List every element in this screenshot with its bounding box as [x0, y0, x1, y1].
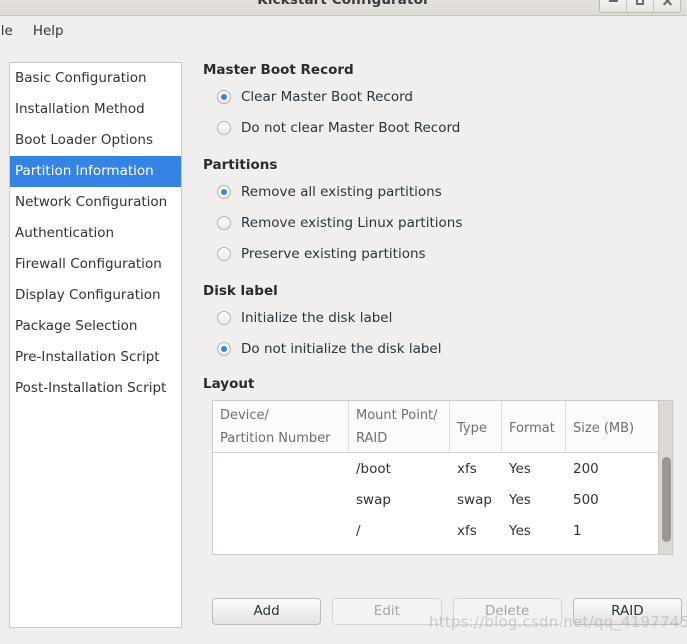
cell-size: 200	[573, 460, 599, 477]
radio-remove-linux-partitions[interactable]: Remove existing Linux partitions	[217, 212, 681, 234]
disk-label-group-title: Disk label	[203, 283, 278, 299]
radio-indicator	[217, 247, 231, 261]
table-row[interactable]: swap swap Yes 500	[213, 484, 672, 515]
partition-information-panel: Master Boot Record Clear Master Boot Rec…	[203, 62, 681, 640]
radio-label: Remove all existing partitions	[241, 184, 442, 200]
column-header-type[interactable]: Type	[450, 401, 502, 452]
radio-indicator	[217, 121, 231, 135]
layout-group: Layout Device/ Partition Number Mount Po…	[203, 376, 681, 555]
mbr-group-title: Master Boot Record	[203, 62, 354, 78]
cell-type: xfs	[457, 522, 477, 539]
radio-indicator	[217, 216, 231, 230]
scrollbar-thumb[interactable]	[662, 457, 671, 542]
radio-indicator	[217, 90, 231, 104]
radio-remove-all-partitions[interactable]: Remove all existing partitions	[217, 181, 681, 203]
partitions-group: Partitions Remove all existing partition…	[203, 157, 681, 265]
column-header-line1: Device/	[220, 408, 269, 423]
table-row[interactable]: /boot xfs Yes 200	[213, 453, 672, 484]
partitions-group-title: Partitions	[203, 157, 278, 173]
cell-type: xfs	[457, 460, 477, 477]
close-icon	[662, 0, 672, 6]
sidebar-item-authentication[interactable]: Authentication	[10, 218, 181, 249]
sidebar-item-package-selection[interactable]: Package Selection	[10, 311, 181, 342]
sidebar-item-firewall-configuration[interactable]: Firewall Configuration	[10, 249, 181, 280]
table-vertical-scrollbar[interactable]	[658, 401, 672, 554]
maximize-icon	[636, 0, 644, 5]
column-header-line2: Partition Number	[220, 431, 331, 446]
window-title: Kickstart Configurator	[257, 0, 430, 8]
radio-clear-mbr[interactable]: Clear Master Boot Record	[217, 86, 681, 108]
window-controls	[599, 0, 681, 13]
window-titlebar: Kickstart Configurator	[0, 0, 687, 16]
raid-button[interactable]: RAID	[572, 598, 682, 625]
maximize-button[interactable]	[627, 0, 654, 12]
column-header-mount-point[interactable]: Mount Point/ RAID	[349, 401, 450, 452]
sidebar-item-boot-loader-options[interactable]: Boot Loader Options	[10, 125, 181, 156]
sidebar-item-post-installation-script[interactable]: Post-Installation Script	[10, 373, 181, 404]
cell-device: Auto	[213, 453, 349, 454]
menu-help[interactable]: Help	[23, 19, 74, 43]
radio-label: Preserve existing partitions	[241, 246, 426, 262]
menu-file[interactable]: ile	[0, 19, 23, 43]
radio-label: Clear Master Boot Record	[241, 89, 413, 105]
cell-size: 500	[573, 491, 599, 508]
minimize-icon	[608, 0, 618, 2]
delete-button[interactable]: Delete	[452, 598, 562, 625]
partition-actions: Add Edit Delete RAID	[212, 598, 682, 625]
layout-group-title: Layout	[203, 376, 255, 392]
cell-type: swap	[457, 491, 492, 508]
cell-device-label: Auto	[248, 453, 279, 454]
column-header-device[interactable]: Device/ Partition Number	[213, 401, 349, 452]
menubar: ile Help	[0, 16, 687, 46]
add-button[interactable]: Add	[212, 598, 322, 625]
column-header-line1: Mount Point/	[356, 408, 438, 423]
sidebar-nav: Basic Configuration Installation Method …	[9, 62, 182, 628]
radio-label: Do not initialize the disk label	[241, 341, 442, 357]
radio-indicator	[217, 342, 231, 356]
edit-button[interactable]: Edit	[332, 598, 442, 625]
partition-layout-table: Device/ Partition Number Mount Point/ RA…	[212, 400, 673, 555]
sidebar-item-network-configuration[interactable]: Network Configuration	[10, 187, 181, 218]
radio-initialize-disk-label[interactable]: Initialize the disk label	[217, 307, 681, 329]
sidebar-item-partition-information[interactable]: Partition Information	[10, 156, 181, 187]
cell-size: 1	[573, 522, 582, 539]
cell-mount-point: /	[356, 522, 361, 539]
cell-mount-point: /boot	[356, 460, 391, 477]
cell-format: Yes	[509, 522, 531, 539]
column-header-format[interactable]: Format	[502, 401, 566, 452]
radio-preserve-partitions[interactable]: Preserve existing partitions	[217, 243, 681, 265]
close-button[interactable]	[654, 0, 680, 12]
radio-do-not-initialize-disk-label[interactable]: Do not initialize the disk label	[217, 338, 681, 360]
cell-format: Yes	[509, 491, 531, 508]
column-header-line2: RAID	[356, 431, 388, 446]
disk-label-group: Disk label Initialize the disk label Do …	[203, 283, 681, 360]
radio-label: Do not clear Master Boot Record	[241, 120, 461, 136]
sidebar-item-pre-installation-script[interactable]: Pre-Installation Script	[10, 342, 181, 373]
sidebar-item-installation-method[interactable]: Installation Method	[10, 94, 181, 125]
cell-format: Yes	[509, 460, 531, 477]
minimize-button[interactable]	[600, 0, 627, 12]
radio-label: Initialize the disk label	[241, 310, 393, 326]
radio-indicator	[217, 311, 231, 325]
sidebar-item-display-configuration[interactable]: Display Configuration	[10, 280, 181, 311]
radio-indicator	[217, 185, 231, 199]
table-body: Auto /boot xfs Yes 200 swap swap Yes 500	[213, 453, 672, 554]
table-header-row: Device/ Partition Number Mount Point/ RA…	[213, 401, 672, 453]
radio-do-not-clear-mbr[interactable]: Do not clear Master Boot Record	[217, 117, 681, 139]
cell-mount-point: swap	[356, 491, 391, 508]
sidebar-item-basic-configuration[interactable]: Basic Configuration	[10, 63, 181, 94]
column-header-size[interactable]: Size (MB)	[566, 401, 658, 452]
radio-label: Remove existing Linux partitions	[241, 215, 463, 231]
master-boot-record-group: Master Boot Record Clear Master Boot Rec…	[203, 62, 681, 139]
table-row[interactable]: / xfs Yes 1	[213, 515, 672, 546]
